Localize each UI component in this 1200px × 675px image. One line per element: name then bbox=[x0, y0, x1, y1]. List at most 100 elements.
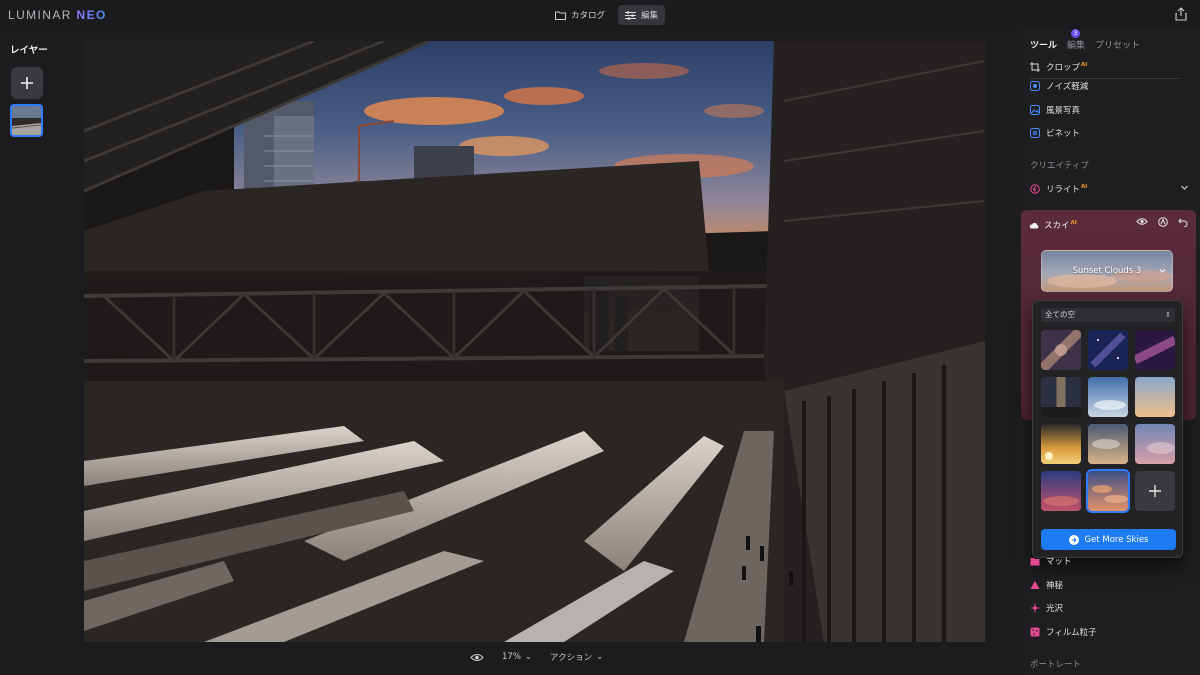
photo-image bbox=[84, 41, 985, 642]
tool-glow[interactable]: 光沢 bbox=[1030, 602, 1063, 614]
catalog-button[interactable]: カタログ bbox=[548, 5, 612, 25]
sky-thumbnail[interactable] bbox=[1088, 424, 1128, 464]
get-more-label: Get More Skies bbox=[1084, 534, 1149, 545]
layer-thumbnail[interactable] bbox=[10, 104, 43, 137]
tab-edits[interactable]: 3 編集 bbox=[1067, 29, 1086, 51]
actions-dropdown[interactable]: アクション ⌄ bbox=[550, 651, 603, 663]
tool-crop[interactable]: クロップAI bbox=[1030, 61, 1087, 73]
tool-relight[interactable]: リライトAI bbox=[1030, 183, 1087, 195]
ai-badge: AI bbox=[1081, 184, 1088, 191]
folder-icon bbox=[1030, 557, 1040, 565]
sparkle-icon bbox=[1030, 603, 1040, 613]
chevron-down-icon bbox=[1159, 269, 1166, 273]
tab-presets[interactable]: プリセット bbox=[1095, 38, 1140, 51]
tool-mystical[interactable]: 神秘 bbox=[1030, 579, 1063, 591]
folder-icon bbox=[555, 11, 566, 20]
top-bar: LUMINAR NEO カタログ 編集 bbox=[0, 0, 1200, 30]
layer-thumbnail-image bbox=[12, 106, 41, 135]
arrow-right-icon bbox=[1068, 534, 1079, 545]
plus-icon bbox=[21, 77, 33, 89]
sky-thumbnail[interactable] bbox=[1041, 471, 1081, 511]
panel-tabs: ツール 3 編集 プリセット bbox=[1030, 29, 1140, 51]
tab-edits-label: 編集 bbox=[1067, 41, 1086, 51]
app-logo: LUMINAR NEO bbox=[8, 8, 107, 22]
sky-thumbnail[interactable] bbox=[1041, 377, 1081, 417]
sliders-icon bbox=[625, 10, 637, 20]
ai-badge: AI bbox=[1081, 62, 1088, 69]
tab-presets-label: プリセット bbox=[1095, 41, 1141, 51]
relight-label: リライト bbox=[1046, 185, 1081, 195]
tool-matte[interactable]: マット bbox=[1030, 555, 1072, 567]
get-more-skies-button[interactable]: Get More Skies bbox=[1041, 529, 1176, 550]
sky-thumbnail[interactable] bbox=[1088, 377, 1128, 417]
logo-main: LUMINAR bbox=[8, 8, 72, 22]
zoom-value: 17% bbox=[502, 652, 521, 662]
updown-chevron-icon: ⇕ bbox=[1165, 311, 1171, 319]
layers-panel: レイヤー bbox=[0, 30, 58, 675]
actions-label: アクション bbox=[550, 653, 593, 663]
edit-label: 編集 bbox=[641, 11, 659, 21]
vignette-icon bbox=[1030, 128, 1040, 138]
edits-count-badge: 3 bbox=[1071, 29, 1081, 38]
glow-label: 光沢 bbox=[1046, 604, 1064, 614]
triangle-icon bbox=[1030, 581, 1040, 589]
sky-header-actions bbox=[1136, 217, 1188, 227]
landscape-icon bbox=[1030, 105, 1040, 115]
logo-accent: NEO bbox=[76, 8, 107, 22]
vignette-label: ビネット bbox=[1046, 129, 1081, 139]
tab-tools[interactable]: ツール bbox=[1030, 38, 1057, 51]
add-layer-button[interactable] bbox=[11, 67, 43, 99]
sky-category-select[interactable]: 全ての空 ⇕ bbox=[1041, 308, 1175, 322]
portrait-label: ポートレート bbox=[1030, 660, 1082, 670]
edit-button[interactable]: 編集 bbox=[618, 5, 666, 25]
chevron-down-icon[interactable] bbox=[1180, 183, 1189, 192]
tool-vignette[interactable]: ビネット bbox=[1030, 127, 1080, 139]
bottom-bar: 17% ⌄ アクション ⌄ bbox=[470, 651, 603, 663]
sky-label: スカイ bbox=[1044, 221, 1070, 231]
sky-thumbnail[interactable] bbox=[1041, 424, 1081, 464]
sky-selector[interactable]: Sunset Clouds 3 bbox=[1041, 250, 1173, 292]
sky-thumbnail[interactable] bbox=[1135, 330, 1175, 370]
tab-tools-label: ツール bbox=[1030, 41, 1058, 51]
creative-section-label: クリエイティブ bbox=[1030, 161, 1089, 171]
noise-label: ノイズ軽減 bbox=[1046, 82, 1089, 92]
add-custom-sky-button[interactable] bbox=[1135, 471, 1175, 511]
film-grain-label: フィルム粒子 bbox=[1046, 628, 1097, 638]
zoom-dropdown[interactable]: 17% ⌄ bbox=[502, 652, 532, 662]
plus-icon bbox=[1149, 485, 1161, 497]
sky-thumbnail[interactable] bbox=[1088, 330, 1128, 370]
portrait-section-label: ポートレート bbox=[1030, 658, 1081, 670]
divider bbox=[1030, 78, 1180, 79]
photo-canvas[interactable] bbox=[84, 41, 985, 642]
sky-thumbnail[interactable] bbox=[1041, 330, 1081, 370]
tool-noise-reduction[interactable]: ノイズ軽減 bbox=[1030, 80, 1088, 92]
sky-thumbnail[interactable] bbox=[1135, 424, 1175, 464]
tool-film-grain[interactable]: フィルム粒子 bbox=[1030, 626, 1097, 638]
ai-badge: AI bbox=[1070, 220, 1077, 227]
crop-icon bbox=[1030, 62, 1040, 72]
relight-icon bbox=[1030, 184, 1040, 194]
eye-icon[interactable] bbox=[1136, 217, 1148, 226]
tool-landscape[interactable]: 風景写真 bbox=[1030, 104, 1080, 116]
reset-icon[interactable] bbox=[1178, 217, 1188, 227]
noise-icon bbox=[1030, 81, 1040, 91]
share-icon[interactable] bbox=[1174, 7, 1188, 21]
sky-header: スカイAI bbox=[1029, 219, 1077, 231]
selected-sky-name: Sunset Clouds 3 bbox=[1072, 266, 1142, 276]
crop-label: クロップ bbox=[1046, 63, 1081, 73]
mask-icon[interactable] bbox=[1158, 217, 1168, 227]
eye-icon[interactable] bbox=[470, 653, 484, 662]
chevron-down-icon: ⌄ bbox=[596, 652, 604, 662]
sky-thumbnail-grid bbox=[1041, 330, 1178, 513]
cloud-icon bbox=[1029, 222, 1039, 228]
catalog-label: カタログ bbox=[571, 11, 606, 21]
sky-thumbnail-selected[interactable] bbox=[1086, 469, 1130, 513]
matte-label: マット bbox=[1046, 557, 1072, 567]
mystical-label: 神秘 bbox=[1046, 581, 1064, 591]
sky-category-value: 全ての空 bbox=[1045, 310, 1075, 319]
landscape-label: 風景写真 bbox=[1046, 106, 1081, 116]
sky-thumbnail[interactable] bbox=[1135, 377, 1175, 417]
film-grain-icon bbox=[1030, 627, 1040, 637]
sky-picker-popup: 全ての空 ⇕ Get More Skies bbox=[1032, 300, 1183, 558]
top-nav: カタログ 編集 bbox=[548, 5, 666, 25]
